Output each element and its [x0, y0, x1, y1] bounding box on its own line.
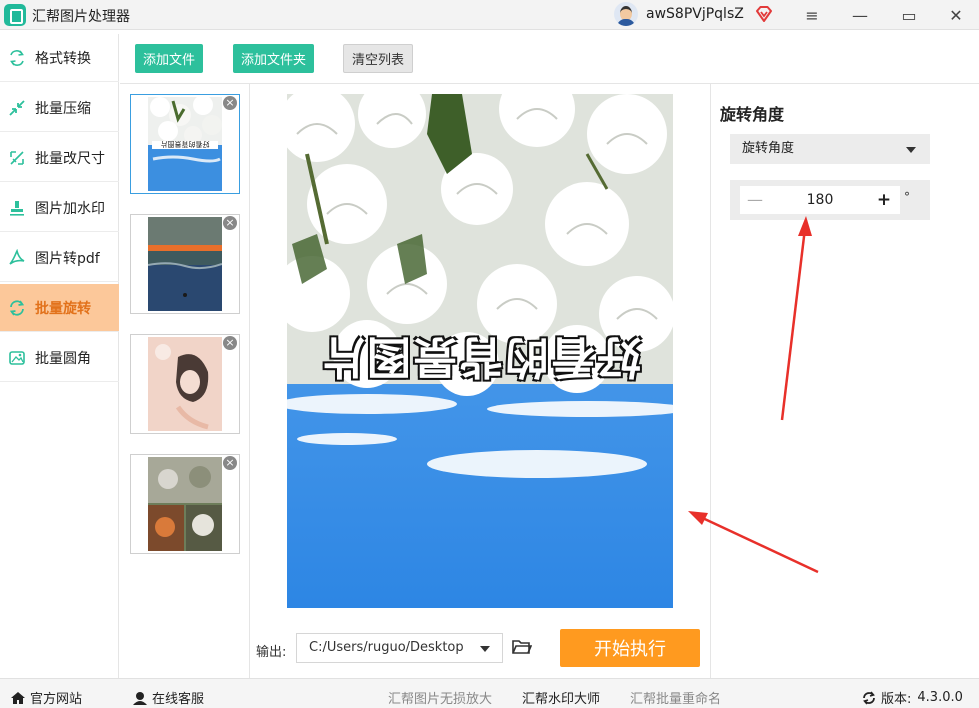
menu-button[interactable]: ≡ — [789, 0, 835, 30]
online-support-label: 在线客服 — [152, 692, 205, 707]
sidebar-item-label: 批量旋转 — [35, 300, 91, 317]
thumbnail-roses-image: 好看的背景图片 — [148, 97, 222, 191]
sidebar-item-pdf[interactable]: 图片转pdf — [0, 234, 119, 282]
start-button[interactable]: 开始执行 — [560, 629, 700, 667]
thumbnail-portrait-image — [148, 337, 222, 431]
thumbnail-list: 好看的背景图片 × × × × — [120, 83, 250, 678]
username[interactable]: awS8PVjPqlsZ — [646, 6, 744, 22]
output-path-value: C:/Users/ruguo/Desktop — [309, 640, 464, 655]
preview-overlay-text: 好看的背景图片 — [319, 331, 641, 382]
remove-thumbnail-button[interactable]: × — [223, 216, 237, 230]
compress-icon — [8, 99, 26, 117]
app-logo-icon — [4, 4, 26, 26]
sidebar-item-label: 格式转换 — [35, 50, 91, 67]
remove-thumbnail-button[interactable]: × — [223, 336, 237, 350]
pdf-icon — [8, 248, 26, 267]
app-title: 汇帮图片处理器 — [32, 9, 130, 25]
app-window: 汇帮图片处理器 awS8PVjPqlsZ ≡ — ▭ ✕ 格式转换 批量压缩 批… — [0, 0, 979, 708]
close-button[interactable]: ✕ — [933, 0, 979, 30]
angle-value-input[interactable]: 180 — [790, 190, 850, 210]
vip-diamond-icon[interactable] — [754, 4, 774, 24]
add-folder-button[interactable]: 添加文件夹 — [233, 44, 315, 73]
thumbnail-item[interactable]: × — [130, 454, 240, 554]
chevron-down-icon — [906, 147, 916, 153]
settings-panel — [710, 83, 979, 678]
version-info[interactable]: 版本: 4.3.0.0 — [861, 688, 963, 707]
version-label: 版本: — [881, 692, 912, 707]
thumbnail-cats-image — [148, 457, 222, 551]
sidebar-item-label: 批量压缩 — [35, 100, 91, 117]
minimize-button[interactable]: — — [837, 0, 883, 30]
thumbnail-item[interactable]: 好看的背景图片 × — [130, 94, 240, 194]
user-avatar[interactable] — [614, 2, 638, 26]
sidebar: 格式转换 批量压缩 批量改尺寸 图片加水印 图片转pdf 批量旋转 批量圆角 — [0, 34, 119, 678]
preview-image: 好看的背景图片 — [287, 94, 673, 608]
sidebar-item-format-convert[interactable]: 格式转换 — [0, 34, 119, 82]
remove-thumbnail-button[interactable]: × — [223, 456, 237, 470]
clear-list-button[interactable]: 清空列表 — [343, 44, 414, 73]
sidebar-item-label: 图片转pdf — [35, 250, 100, 267]
output-path-select[interactable]: C:/Users/ruguo/Desktop — [296, 633, 503, 663]
round-corner-icon — [8, 349, 26, 367]
decrement-button[interactable]: — — [745, 190, 765, 210]
rotation-angle-dropdown[interactable]: 旋转角度 — [730, 134, 930, 164]
increment-button[interactable]: + — [874, 190, 894, 210]
footer: 官方网站 在线客服 汇帮图片无损放大 汇帮水印大师 汇帮批量重命名 版本: 4.… — [0, 678, 979, 708]
footer-link-watermark[interactable]: 汇帮水印大师 — [522, 688, 600, 707]
title-bar: 汇帮图片处理器 awS8PVjPqlsZ ≡ — ▭ ✕ — [0, 0, 979, 30]
maximize-button[interactable]: ▭ — [886, 0, 932, 30]
home-icon — [11, 691, 25, 704]
rotate-icon — [8, 299, 26, 317]
thumbnail-item[interactable]: × — [130, 334, 240, 434]
add-file-button[interactable]: 添加文件 — [135, 44, 204, 73]
sidebar-item-label: 图片加水印 — [35, 200, 105, 217]
sidebar-item-compress[interactable]: 批量压缩 — [0, 84, 119, 132]
support-agent-icon — [133, 691, 147, 705]
remove-thumbnail-button[interactable]: × — [223, 96, 237, 110]
sidebar-item-resize[interactable]: 批量改尺寸 — [0, 134, 119, 182]
settings-title: 旋转角度 — [720, 105, 785, 124]
thumbnail-item[interactable]: × — [130, 214, 240, 314]
watermark-icon — [8, 199, 26, 217]
output-label: 输出: — [256, 645, 287, 660]
svg-text:好看的背景图片: 好看的背景图片 — [161, 140, 210, 149]
version-value: 4.3.0.0 — [917, 690, 963, 705]
sidebar-item-rotate[interactable]: 批量旋转 — [0, 284, 119, 332]
chevron-down-icon — [480, 646, 490, 652]
thumbnail-lake-image — [148, 217, 222, 311]
footer-link-upscale[interactable]: 汇帮图片无损放大 — [388, 688, 492, 707]
footer-link-rename[interactable]: 汇帮批量重命名 — [630, 688, 721, 707]
online-support-link[interactable]: 在线客服 — [132, 688, 204, 707]
sidebar-item-watermark[interactable]: 图片加水印 — [0, 184, 119, 232]
official-website-link[interactable]: 官方网站 — [10, 688, 82, 707]
official-website-label: 官方网站 — [30, 692, 83, 707]
sidebar-item-label: 批量圆角 — [35, 350, 91, 367]
refresh-icon — [863, 690, 875, 705]
folder-icon[interactable] — [512, 638, 532, 656]
format-convert-icon — [8, 49, 26, 67]
sidebar-item-round-corner[interactable]: 批量圆角 — [0, 334, 119, 382]
sidebar-item-label: 批量改尺寸 — [35, 150, 105, 167]
rotation-angle-dropdown-value: 旋转角度 — [742, 141, 795, 156]
degree-unit: ° — [904, 190, 910, 204]
resize-icon — [8, 149, 26, 167]
